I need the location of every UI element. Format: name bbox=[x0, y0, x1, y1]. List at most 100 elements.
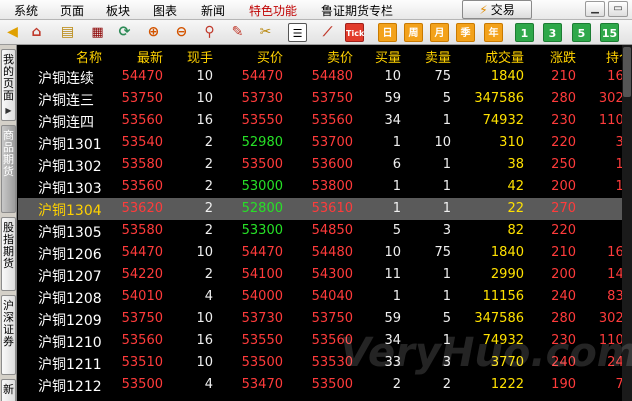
menu-item-0[interactable]: 系统 bbox=[14, 2, 38, 19]
minute-button-3[interactable]: 15 bbox=[600, 23, 619, 42]
table-row[interactable]: 沪铜1207 54220 2 54100 54300 11 1 2990 200 149 bbox=[18, 264, 632, 286]
column-header-bid[interactable]: 买价 bbox=[257, 47, 283, 66]
column-header-askv[interactable]: 卖量 bbox=[425, 47, 451, 66]
cell-name: 沪铜1302 bbox=[38, 159, 102, 175]
cell-bidv: 1 bbox=[392, 179, 401, 194]
period-button-1[interactable]: 周 bbox=[404, 23, 423, 42]
minimize-icon[interactable]: ▁ bbox=[585, 1, 605, 17]
vertical-scrollbar[interactable] bbox=[622, 45, 632, 401]
menu-item-3[interactable]: 图表 bbox=[153, 2, 177, 19]
cell-last: 54010 bbox=[121, 289, 163, 304]
news-icon[interactable]: ▦ bbox=[88, 23, 107, 42]
table-row[interactable]: 沪铜1208 54010 4 54000 54040 1 1 11156 240 832 bbox=[18, 286, 632, 308]
menu-item-4[interactable]: 新闻 bbox=[201, 2, 225, 19]
column-header-bidv[interactable]: 买量 bbox=[375, 47, 401, 66]
period-button-3[interactable]: 季 bbox=[456, 23, 475, 42]
cell-vol: 1840 bbox=[490, 245, 524, 260]
column-header-hand[interactable]: 现手 bbox=[187, 47, 213, 66]
menu-item-6[interactable]: 鲁证期货专栏 bbox=[321, 2, 393, 19]
cell-vol: 22 bbox=[507, 201, 524, 216]
maximize-icon[interactable]: ▭ bbox=[608, 1, 628, 17]
side-tab-1[interactable]: 商 品 期 货 bbox=[1, 125, 16, 213]
cell-last: 53750 bbox=[121, 311, 163, 326]
table-row[interactable]: 沪铜1206 54470 10 54470 54480 10 75 1840 210 168 bbox=[18, 242, 632, 264]
cell-chg: 220 bbox=[551, 135, 576, 150]
tick-button[interactable]: Tick bbox=[345, 23, 364, 42]
minute-button-0[interactable]: 1 bbox=[515, 23, 534, 42]
refresh-icon[interactable]: ⟳ bbox=[115, 23, 134, 42]
table-row[interactable]: 沪铜1304536202528005361011222700 bbox=[18, 198, 632, 220]
table-row[interactable]: 沪铜连四 53560 16 53550 53560 34 1 74932 230 1103 bbox=[18, 110, 632, 132]
period-button-4[interactable]: 年 bbox=[484, 23, 503, 42]
menu-item-1[interactable]: 页面 bbox=[60, 2, 84, 19]
cell-last: 53500 bbox=[121, 377, 163, 392]
cell-hand: 10 bbox=[196, 311, 213, 326]
period-button-0[interactable]: 日 bbox=[378, 23, 397, 42]
cell-name: 沪铜1304 bbox=[38, 203, 102, 219]
cell-name: 沪铜1211 bbox=[38, 357, 102, 373]
cell-name: 沪铜1301 bbox=[38, 137, 102, 153]
table-row[interactable]: 沪铜1301535402529805370011031022038 bbox=[18, 132, 632, 154]
table-row[interactable]: 沪铜1212535004534705350022122219078 bbox=[18, 374, 632, 396]
cell-bid: 54100 bbox=[241, 267, 283, 282]
cell-askv: 1 bbox=[442, 267, 451, 282]
cell-askv: 1 bbox=[442, 113, 451, 128]
side-tab-label: 沪 深 证 券 bbox=[3, 299, 14, 348]
cell-askv: 1 bbox=[442, 157, 451, 172]
cell-last: 54220 bbox=[121, 267, 163, 282]
table-row[interactable]: 沪铜13025358025350053600613825010 bbox=[18, 154, 632, 176]
cell-name: 沪铜1209 bbox=[38, 313, 102, 329]
cell-bidv: 10 bbox=[384, 69, 401, 84]
cell-bidv: 1 bbox=[392, 201, 401, 216]
cell-ask: 54300 bbox=[311, 267, 353, 282]
cell-chg: 210 bbox=[551, 245, 576, 260]
cell-hand: 2 bbox=[204, 201, 213, 216]
column-header-last[interactable]: 最新 bbox=[137, 47, 163, 66]
cell-ask: 54480 bbox=[311, 69, 353, 84]
cell-askv: 5 bbox=[442, 311, 451, 326]
back-arrow-icon[interactable]: ◀ bbox=[3, 23, 22, 42]
cell-bidv: 59 bbox=[384, 311, 401, 326]
cell-name: 沪铜1206 bbox=[38, 247, 102, 263]
chart-line-icon[interactable]: ⟋ bbox=[318, 23, 337, 42]
scrollbar-thumb[interactable] bbox=[623, 47, 631, 97]
column-header-ask[interactable]: 卖价 bbox=[327, 47, 353, 66]
side-tab-2[interactable]: 股 指 期 货 bbox=[1, 217, 16, 291]
minute-button-1[interactable]: 3 bbox=[543, 23, 562, 42]
table-row[interactable]: 沪铜13035356025300053800114220010 bbox=[18, 176, 632, 198]
side-tab-4[interactable]: 新 bbox=[1, 379, 16, 401]
menu-item-2[interactable]: 板块 bbox=[106, 2, 130, 19]
side-tab-0[interactable]: 我 的 页 面 ▶ bbox=[1, 49, 16, 121]
side-tab-3[interactable]: 沪 深 证 券 bbox=[1, 295, 16, 375]
table-row[interactable]: 沪铜1209 53750 10 53730 53750 59 5 347586 280 3021 bbox=[18, 308, 632, 330]
folder-icon[interactable]: ▤ bbox=[58, 23, 77, 42]
column-header-chg[interactable]: 涨跌 bbox=[550, 47, 576, 66]
side-tab-label: 我 的 页 面 bbox=[3, 53, 14, 102]
cell-last: 53580 bbox=[121, 157, 163, 172]
column-header-name[interactable]: 名称 bbox=[76, 47, 102, 66]
table-row[interactable]: 沪铜1305535802533005485053822200 bbox=[18, 220, 632, 242]
trade-button[interactable]: ⚡ 交易 bbox=[462, 0, 532, 19]
cell-bidv: 11 bbox=[384, 267, 401, 282]
cell-hand: 2 bbox=[204, 179, 213, 194]
table-row[interactable]: 沪铜连三 53750 10 53730 53750 59 5 347586 280 3021 bbox=[18, 88, 632, 110]
cell-last: 54470 bbox=[121, 245, 163, 260]
cell-ask: 53700 bbox=[311, 135, 353, 150]
tools-icon[interactable]: ✂ bbox=[256, 23, 275, 42]
cell-chg: 240 bbox=[551, 289, 576, 304]
table-row[interactable]: 沪铜1211 53510 10 53500 53530 33 3 3770 240 249 bbox=[18, 352, 632, 374]
column-header-vol[interactable]: 成交量 bbox=[485, 47, 524, 66]
home-icon[interactable]: ⌂ bbox=[27, 23, 46, 42]
zoom-in-icon[interactable]: ⊕ bbox=[144, 23, 163, 42]
menu-item-5[interactable]: 特色功能 bbox=[249, 2, 297, 19]
table-row[interactable]: 沪铜1210 53560 16 53550 53560 34 1 74932 230 1103 bbox=[18, 330, 632, 352]
cell-vol: 38 bbox=[507, 157, 524, 172]
pencil-icon[interactable]: ✎ bbox=[228, 23, 247, 42]
minute-button-2[interactable]: 5 bbox=[572, 23, 591, 42]
search-icon[interactable]: ⚲ bbox=[200, 23, 219, 42]
period-button-2[interactable]: 月 bbox=[430, 23, 449, 42]
cell-chg: 230 bbox=[551, 113, 576, 128]
quote-list-icon[interactable]: ☰ bbox=[288, 23, 307, 42]
zoom-out-icon[interactable]: ⊖ bbox=[172, 23, 191, 42]
table-row[interactable]: 沪铜连续 54470 10 54470 54480 10 75 1840 210 168 bbox=[18, 66, 632, 88]
